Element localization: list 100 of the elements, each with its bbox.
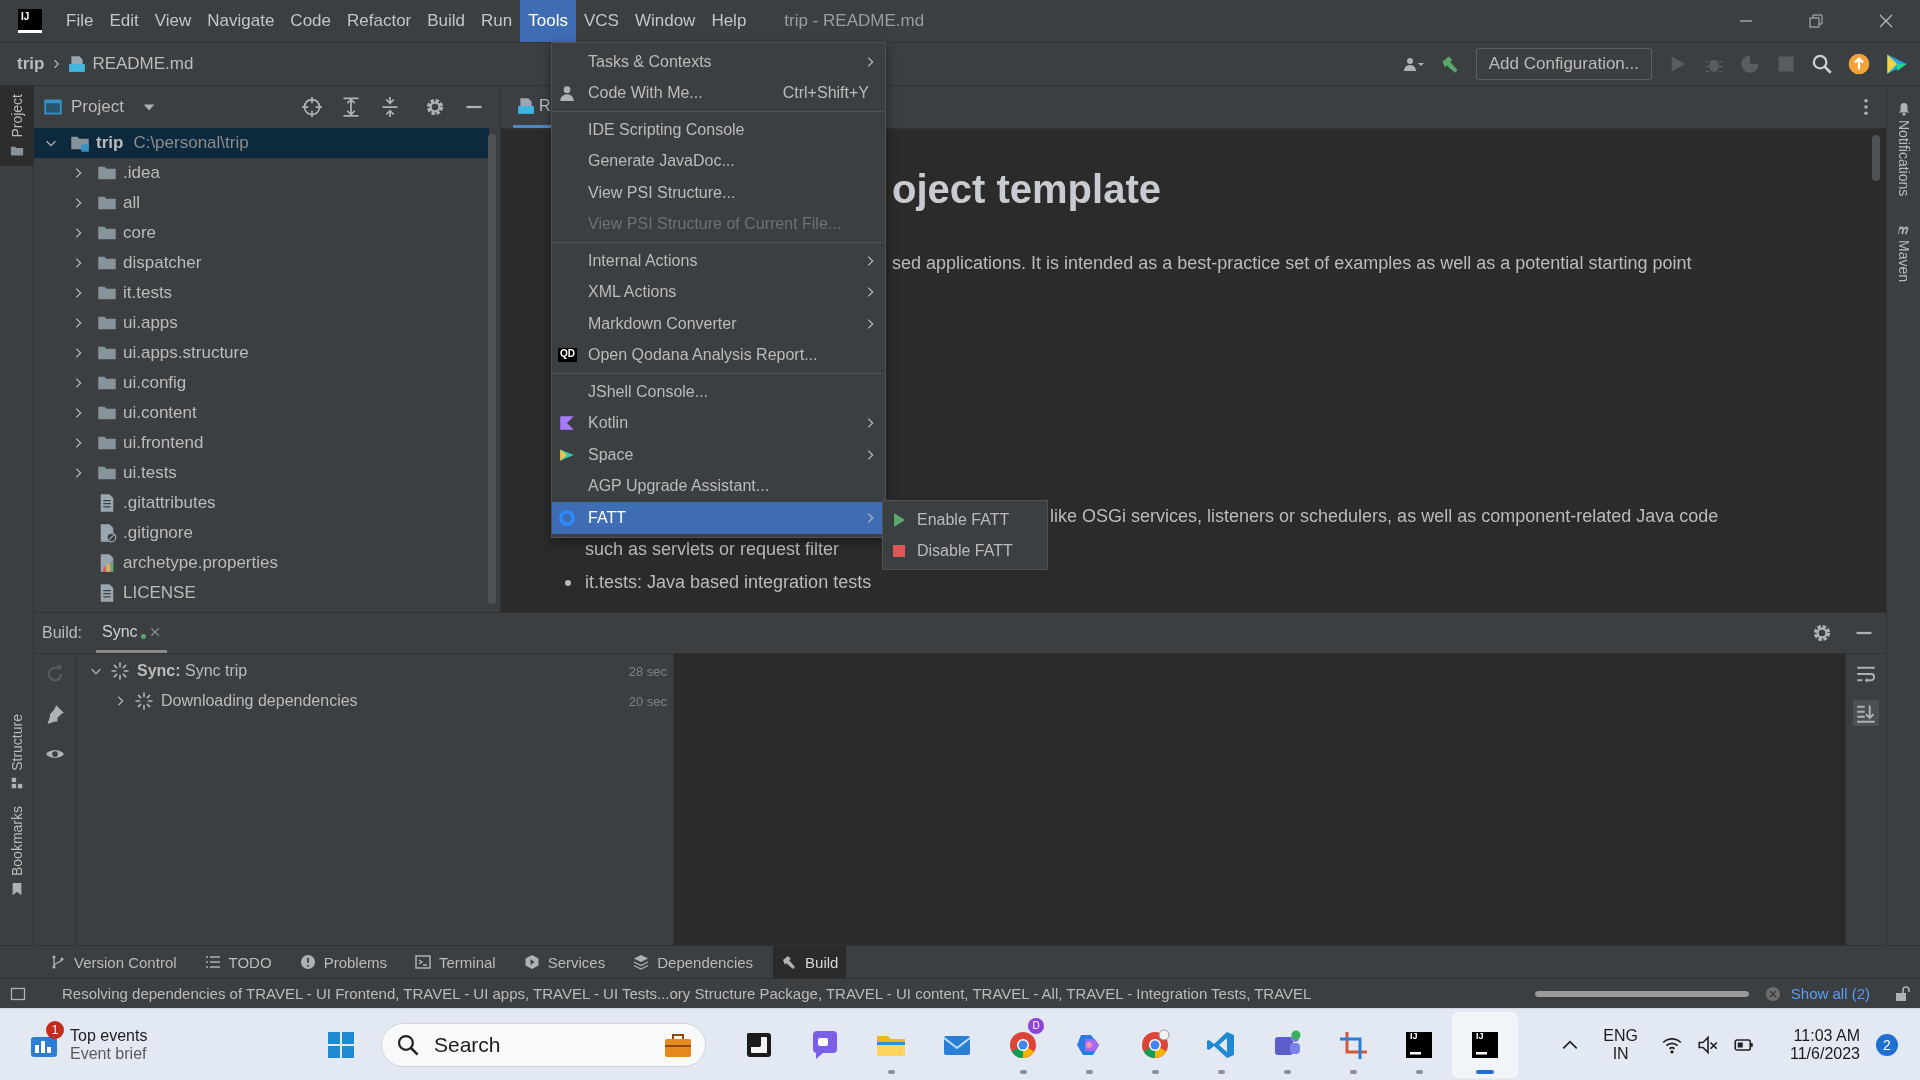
clock-date[interactable]: 11/6/2023 <box>1790 1044 1860 1063</box>
language-label[interactable]: ENG <box>1603 1026 1638 1045</box>
search-field[interactable]: Search <box>381 1022 706 1067</box>
play-icon <box>891 511 907 528</box>
scrollbar[interactable] <box>1872 135 1880 181</box>
menu-bar-item[interactable]: Navigate <box>199 0 283 42</box>
settings-icon[interactable] <box>425 97 445 117</box>
tool-window-tab[interactable]: Build <box>773 946 847 978</box>
menu-item[interactable]: Tasks & Contexts <box>552 46 885 78</box>
tree-item[interactable]: ui.apps <box>34 308 489 338</box>
menu-item[interactable]: AGP Upgrade Assistant... <box>552 470 885 502</box>
tree-item[interactable]: ui.apps.structure <box>34 338 489 368</box>
tree-item[interactable]: archetype.properties <box>34 548 489 578</box>
tool-window-button[interactable]: Notifications <box>1895 102 1912 197</box>
taskbar-app[interactable]: D <box>990 1011 1056 1078</box>
restore-icon[interactable] <box>1808 13 1824 29</box>
collapse-all-icon[interactable] <box>380 97 400 117</box>
menu-item[interactable]: Space <box>552 439 885 471</box>
menu-bar-item[interactable]: Code <box>282 0 339 42</box>
menu-item[interactable]: Enable FATT <box>883 504 1047 535</box>
taskbar-app[interactable]: IJ <box>1386 1011 1452 1078</box>
toolbox-logo-icon[interactable] <box>1886 53 1908 75</box>
tool-window-button[interactable]: Bookmarks <box>0 798 34 905</box>
menu-bar-item[interactable]: Run <box>473 0 521 42</box>
structure-icon <box>9 776 24 791</box>
status-dot-icon <box>140 633 146 639</box>
menu-item[interactable]: Markdown Converter <box>552 308 885 340</box>
widget-title[interactable]: Top events <box>70 1026 148 1045</box>
menu-bar-item[interactable]: Edit <box>101 0 147 42</box>
tool-window-tab[interactable]: Dependencies <box>625 946 762 978</box>
target-icon[interactable] <box>302 97 322 117</box>
scroll-to-end-icon[interactable] <box>1853 700 1879 726</box>
tool-window-button[interactable]: Structure <box>0 705 34 799</box>
menu-item[interactable]: Generate JavaDoc... <box>552 145 885 177</box>
menu-bar-item[interactable]: Refactor <box>339 0 420 42</box>
menu-item[interactable]: IDE Scripting Console <box>552 114 885 146</box>
scrollbar[interactable] <box>488 134 496 604</box>
menu-item[interactable]: View PSI Structure... <box>552 177 885 209</box>
menu-item[interactable]: Internal Actions <box>552 245 885 277</box>
path-label: C:\personal\trip <box>133 133 249 153</box>
tree-item[interactable]: .gitignore <box>34 518 489 548</box>
breadcrumb[interactable]: README.md <box>92 54 194 74</box>
tree-item[interactable]: ui.frontend <box>34 428 489 458</box>
tool-window-tab[interactable]: Version Control <box>42 946 185 978</box>
tree-item[interactable]: .gitattributes <box>34 488 489 518</box>
menu-bar-item[interactable]: File <box>58 0 102 42</box>
pin-icon[interactable] <box>45 704 65 724</box>
menu-bar-item[interactable]: Help <box>703 0 755 42</box>
services-icon <box>523 954 540 970</box>
settings-icon[interactable] <box>1812 623 1832 643</box>
panel-title[interactable]: Project <box>71 97 124 117</box>
search-icon[interactable] <box>1812 54 1832 74</box>
tree-item[interactable]: LICENSE <box>34 578 489 608</box>
panel-title: Build: <box>42 624 83 642</box>
panel-toggle-icon[interactable] <box>10 985 26 1002</box>
build-tree-item[interactable]: Sync: Sync trip 28 sec <box>77 656 673 686</box>
tool-window-button[interactable]: Project <box>0 86 34 166</box>
update-icon[interactable] <box>1848 53 1870 75</box>
menu-bar-item[interactable]: View <box>146 0 200 42</box>
soft-wrap-icon[interactable] <box>1856 664 1876 684</box>
menu-bar-item[interactable]: Window <box>626 0 704 42</box>
close-icon[interactable] <box>1878 13 1894 29</box>
tool-window-button[interactable]: Maven <box>1895 222 1912 283</box>
tool-window-tab[interactable]: Services <box>515 946 614 978</box>
close-icon[interactable] <box>148 625 161 638</box>
clock-time[interactable]: 11:03 AM <box>1793 1026 1860 1045</box>
tree-item[interactable]: ui.tests <box>34 458 489 488</box>
tool-window-tab[interactable]: Terminal <box>407 946 504 978</box>
panel-tab[interactable]: Sync <box>96 613 167 653</box>
breadcrumb[interactable]: trip <box>17 54 45 74</box>
menu-item[interactable]: FATT <box>552 502 885 534</box>
tool-window-tab[interactable]: TODO <box>196 946 280 978</box>
add-configuration-button[interactable]: Add Configuration... <box>1475 48 1652 80</box>
notification-badge[interactable]: 2 <box>1876 1033 1898 1056</box>
tree-item[interactable]: trip C:\personal\trip <box>34 128 489 158</box>
muted-speaker-icon[interactable] <box>1698 1034 1718 1055</box>
tree-item[interactable]: core <box>34 218 489 248</box>
taskbar-app[interactable]: IJ <box>1452 1011 1518 1078</box>
region-label[interactable]: IN <box>1612 1044 1629 1063</box>
build-tree-item[interactable]: Downloading dependencies 20 sec <box>77 686 673 716</box>
tree-item[interactable]: .idea <box>34 158 489 188</box>
menu-item[interactable]: XML Actions <box>552 276 885 308</box>
tool-window-tab[interactable]: Problems <box>291 946 395 978</box>
menu-item[interactable]: Disable FATT <box>883 535 1047 566</box>
unlocked-icon[interactable] <box>1894 985 1910 1002</box>
expand-all-icon[interactable] <box>341 97 361 117</box>
menu-item[interactable]: Code With Me... Ctrl+Shift+Y <box>552 77 885 109</box>
menu-bar-item[interactable]: Tools <box>520 0 576 42</box>
show-all-link[interactable]: Show all (2) <box>1790 985 1870 1002</box>
tree-item[interactable]: ui.config <box>34 368 489 398</box>
tree-item[interactable]: it.tests <box>34 278 489 308</box>
menu-bar-item[interactable]: VCS <box>575 0 627 42</box>
profile-badge: D <box>1028 1017 1044 1034</box>
tree-item[interactable]: all <box>34 188 489 218</box>
menu-bar-item[interactable]: Build <box>419 0 474 42</box>
tree-item[interactable]: ui.content <box>34 398 489 428</box>
menu-item[interactable]: Kotlin <box>552 407 885 439</box>
tree-item[interactable]: dispatcher <box>34 248 489 278</box>
menu-item[interactable]: QD Open Qodana Analysis Report... <box>552 339 885 371</box>
menu-item[interactable]: JShell Console... <box>552 376 885 408</box>
